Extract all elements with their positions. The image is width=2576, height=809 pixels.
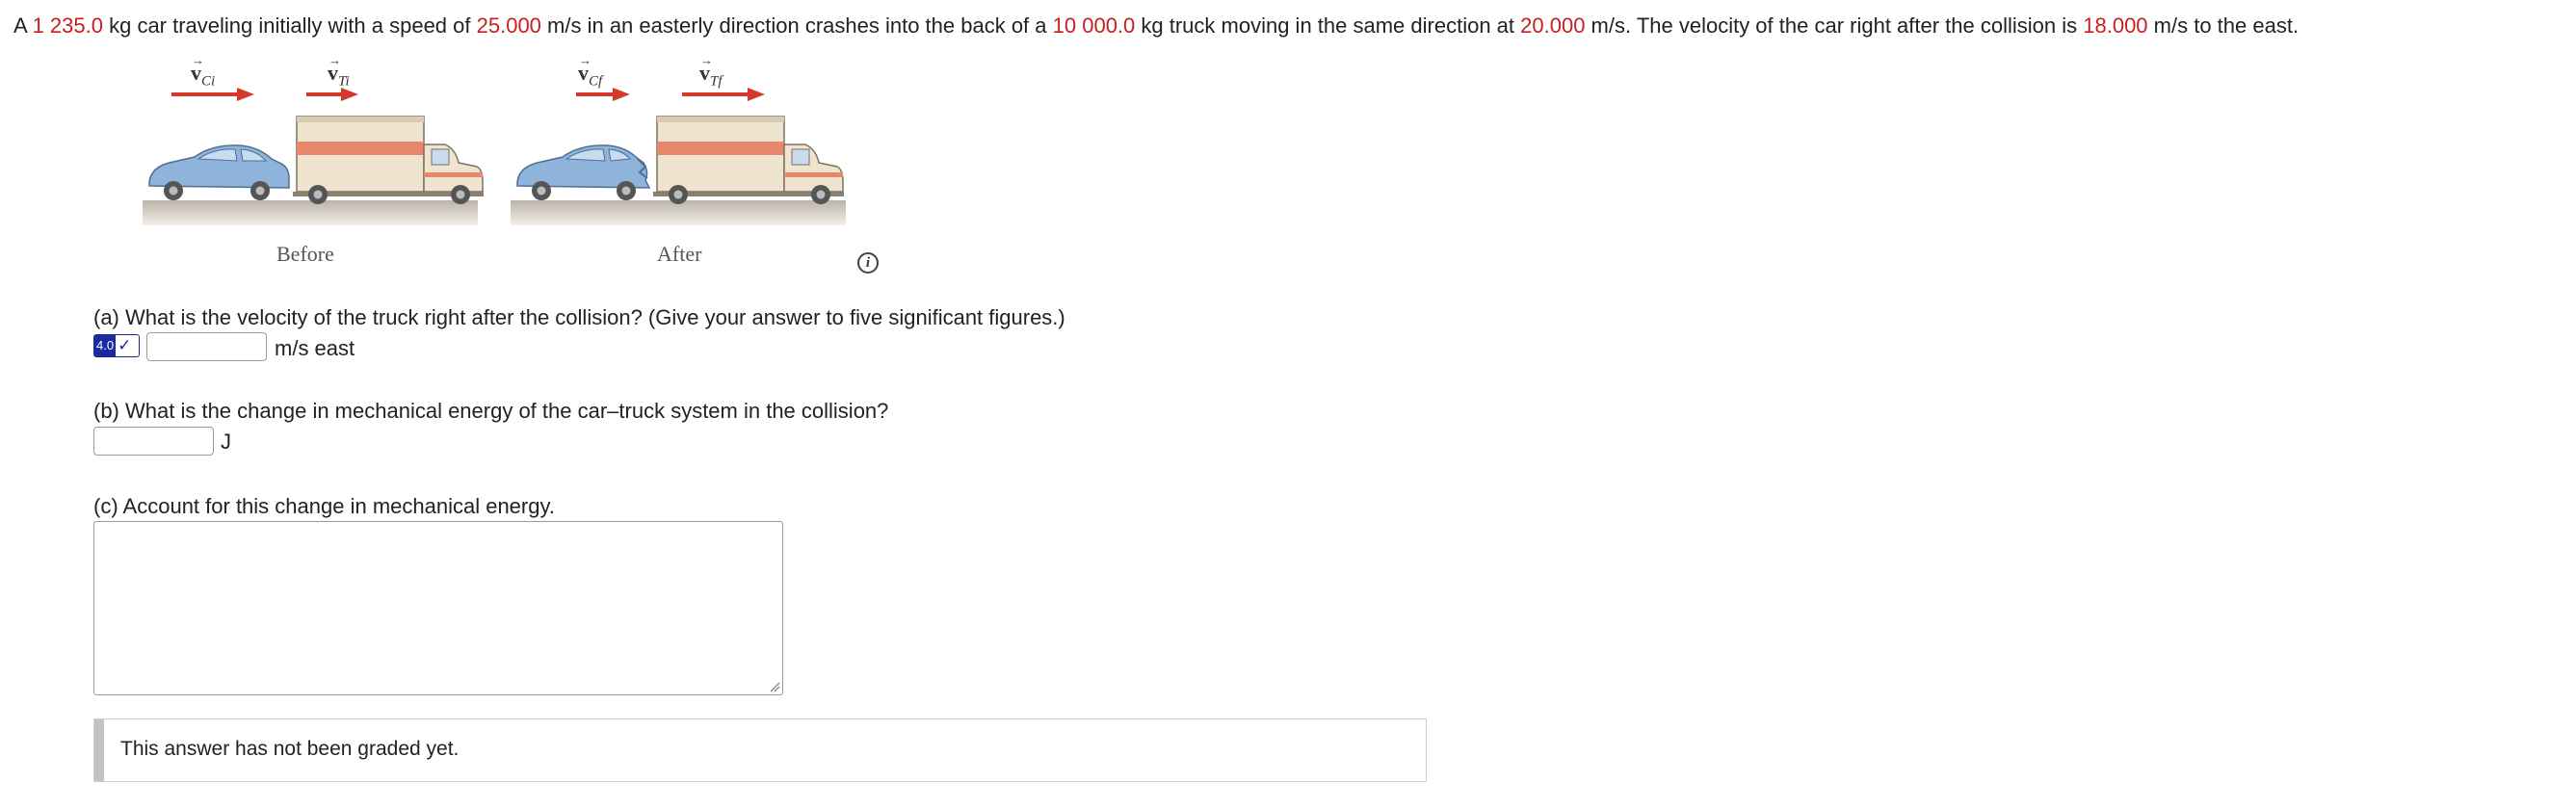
part-a-unit: m/s east bbox=[275, 336, 355, 360]
before-label: Before bbox=[276, 242, 334, 266]
ground-before bbox=[143, 200, 478, 225]
car-after bbox=[516, 144, 651, 200]
car-before bbox=[148, 144, 290, 200]
score-badge[interactable]: 4.0 ✓ bbox=[93, 334, 140, 357]
problem-text: kg car traveling initially with a speed … bbox=[102, 13, 477, 38]
part-c-question: (c) Account for this change in mechanica… bbox=[93, 494, 555, 518]
part-b-unit: J bbox=[221, 430, 231, 454]
resize-handle-icon[interactable] bbox=[769, 681, 780, 692]
problem-text: kg truck moving in the same direction at bbox=[1135, 13, 1521, 38]
problem-text: A bbox=[13, 13, 33, 38]
info-icon[interactable]: i bbox=[857, 252, 879, 274]
car-final-speed-value: 18.000 bbox=[2083, 13, 2148, 38]
problem-text: m/s in an easterly direction crashes int… bbox=[540, 13, 1053, 38]
grading-status-bar bbox=[94, 719, 104, 781]
car-mass-value: 1 235.0 bbox=[32, 13, 103, 38]
badge-score: 4.0 bbox=[94, 335, 117, 356]
part-a-question: (a) What is the velocity of the truck ri… bbox=[93, 305, 1065, 329]
collision-illustration bbox=[143, 88, 846, 225]
truck-speed-value: 20.000 bbox=[1520, 13, 1586, 38]
problem-text: m/s to the east. bbox=[2147, 13, 2300, 38]
grading-status-text: This answer has not been graded yet. bbox=[120, 738, 460, 760]
truck-mass-value: 10 000.0 bbox=[1052, 13, 1136, 38]
part-b-answer-input[interactable] bbox=[93, 427, 214, 456]
vector-label-car-final: → vCf bbox=[578, 53, 603, 90]
car-speed-value: 25.000 bbox=[476, 13, 541, 38]
problem-text: m/s. The velocity of the car right after… bbox=[1585, 13, 2084, 38]
problem-statement: A 1 235.0 kg car traveling initially wit… bbox=[13, 13, 2299, 39]
after-label: After bbox=[657, 242, 702, 266]
truck-after bbox=[653, 116, 844, 204]
vector-label-truck-final: → vTf bbox=[699, 53, 723, 90]
part-b-question: (b) What is the change in mechanical ene… bbox=[93, 399, 889, 423]
velocity-arrows bbox=[171, 88, 765, 101]
checkmark-icon: ✓ bbox=[116, 335, 134, 356]
truck-before bbox=[293, 116, 484, 204]
collision-figure: → vCi → vTi → vCf → vTf Before After bbox=[135, 53, 886, 284]
part-a-answer-input[interactable] bbox=[146, 332, 267, 361]
grading-status-box: This answer has not been graded yet. bbox=[93, 718, 1427, 782]
part-c-answer-textarea[interactable] bbox=[93, 521, 783, 695]
vector-label-truck-initial: → vTi bbox=[328, 53, 350, 90]
vector-label-car-initial: → vCi bbox=[191, 53, 216, 90]
